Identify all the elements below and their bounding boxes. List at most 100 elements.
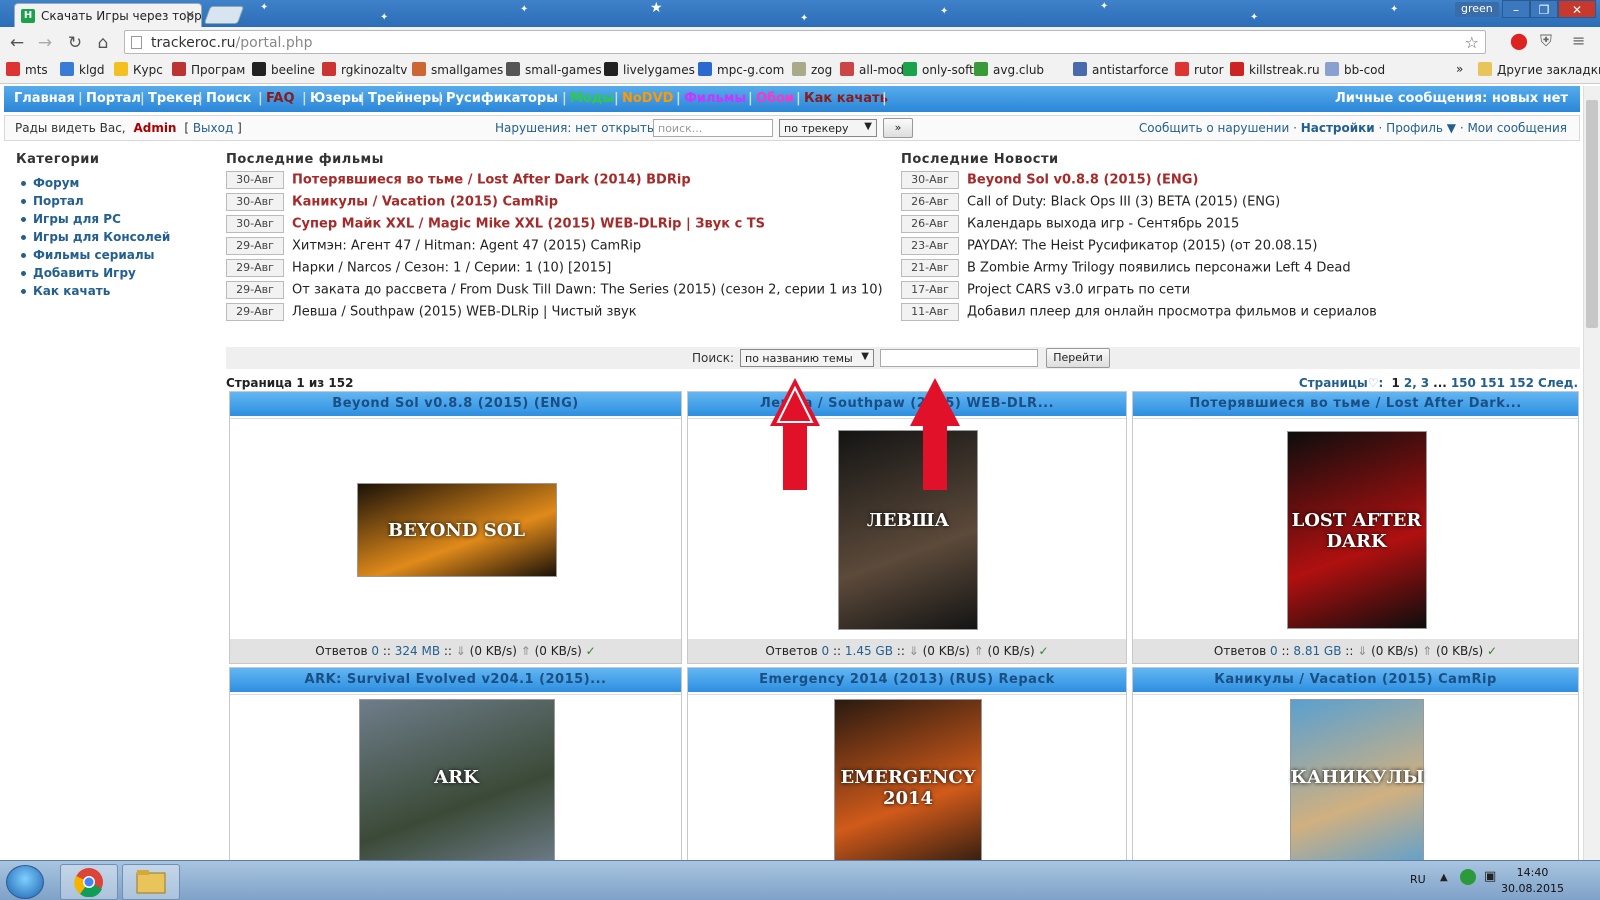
torrent-card-title-link[interactable]: ARK: Survival Evolved v204.1 (2015)... <box>230 668 681 692</box>
category-link-6[interactable]: Как качать <box>19 284 170 302</box>
category-link-5[interactable]: Добавить Игру <box>19 266 170 284</box>
scrollbar-thumb[interactable] <box>1586 100 1598 328</box>
quick-search-input[interactable]: поиск... <box>653 119 773 137</box>
films-title-link[interactable]: Хитмэн: Агент 47 / Hitman: Agent 47 (201… <box>292 239 641 254</box>
settings-link[interactable]: Настройки <box>1301 121 1375 135</box>
nav-item-11[interactable]: Обои <box>756 91 794 106</box>
bookmark-8[interactable]: livelygames <box>604 62 695 77</box>
minimize-icon[interactable]: – <box>1502 0 1530 18</box>
news-title-link[interactable]: PAYDAY: The Heist Русификатор (2015) (от… <box>967 239 1317 254</box>
bookmark-11[interactable]: all-mods <box>840 62 910 77</box>
torrent-poster-image[interactable]: ARK <box>358 699 555 869</box>
address-bar[interactable]: trackeroc.ru/portal.php ☆ <box>124 30 1486 54</box>
torrent-poster-image[interactable]: КАНИКУЛЫ <box>1289 699 1424 869</box>
category-link-0[interactable]: Форум <box>19 176 170 194</box>
nav-item-12[interactable]: Как качать <box>804 91 888 106</box>
home-icon[interactable]: ⌂ <box>92 33 114 53</box>
bookmark-16[interactable]: killstreak.ru <box>1230 62 1320 77</box>
pages-toggle-icon[interactable]: ♡ <box>1368 376 1379 390</box>
bookmark-15[interactable]: rutor <box>1175 62 1224 77</box>
private-messages-status[interactable]: Личные сообщения: новых нет <box>1335 91 1568 106</box>
size-link[interactable]: 324 MB <box>395 644 440 658</box>
films-title-link[interactable]: Потерявшиеся во тьме / Lost After Dark (… <box>292 173 691 188</box>
size-link[interactable]: 1.45 GB <box>845 644 893 658</box>
size-link[interactable]: 8.81 GB <box>1293 644 1341 658</box>
browser-tab[interactable]: Н Скачать Игры через торр ✕ <box>14 3 202 27</box>
adblock-icon[interactable]: ⬤ <box>1510 31 1528 50</box>
bookmark-9[interactable]: mpc-g.com <box>698 62 784 77</box>
bookmark-5[interactable]: rgkinozaltv <box>322 62 407 77</box>
new-tab-button[interactable] <box>203 6 245 24</box>
torrent-card-title-link[interactable]: Beyond Sol v0.8.8 (2015) (ENG) <box>230 392 681 416</box>
torrent-card-title-link[interactable]: Каникулы / Vacation (2015) CamRip <box>1133 668 1578 692</box>
nav-item-6[interactable]: Трейнеры <box>368 91 443 106</box>
bookmark-7[interactable]: small-games <box>506 62 602 77</box>
topic-search-input[interactable] <box>880 349 1038 367</box>
search-mode-select[interactable]: по названию темы ▼ <box>740 349 874 367</box>
bookmark-13[interactable]: avg.club <box>974 62 1044 77</box>
nav-item-3[interactable]: Поиск <box>206 91 251 106</box>
url-text[interactable]: trackeroc.ru/portal.php <box>151 35 313 51</box>
page-link[interactable]: 150 <box>1451 376 1476 390</box>
nav-item-0[interactable]: Главная <box>14 91 75 106</box>
page-link[interactable]: 151 <box>1480 376 1505 390</box>
replies-count[interactable]: 0 <box>371 644 379 658</box>
nav-item-7[interactable]: Русификаторы <box>446 91 558 106</box>
bookmark-14[interactable]: antistarforce <box>1073 62 1168 77</box>
close-tab-icon[interactable]: ✕ <box>185 8 195 22</box>
news-title-link[interactable]: Project CARS v3.0 играть по сети <box>967 283 1190 298</box>
network-icon[interactable]: ▣ <box>1484 869 1496 884</box>
nav-item-1[interactable]: Портал <box>86 91 141 106</box>
bookmark-1[interactable]: klgd <box>60 62 105 77</box>
forward-arrow-icon[interactable]: → <box>34 33 56 53</box>
torrent-card-title-link[interactable]: Emergency 2014 (2013) (RUS) Repack <box>688 668 1126 692</box>
category-link-4[interactable]: Фильмы сериалы <box>19 248 170 266</box>
category-link-2[interactable]: Игры для PC <box>19 212 170 230</box>
category-link-3[interactable]: Игры для Консолей <box>19 230 170 248</box>
page-scrollbar[interactable] <box>1583 86 1600 860</box>
nav-item-10[interactable]: Фильмы <box>684 91 746 106</box>
violations-link[interactable]: Нарушения: нет открытых · <box>495 121 671 135</box>
torrent-poster-image[interactable]: EMERGENCY 2014 <box>834 699 982 869</box>
tray-up-arrow-icon[interactable]: ▲ <box>1440 872 1448 883</box>
maximize-icon[interactable]: ❐ <box>1530 0 1558 18</box>
page-link[interactable]: 152 <box>1509 376 1534 390</box>
page-link[interactable]: 3 <box>1421 376 1429 390</box>
next-page-link[interactable]: След. <box>1538 376 1578 390</box>
nav-item-2[interactable]: Трекер <box>148 91 202 106</box>
menu-icon[interactable]: ≡ <box>1572 31 1585 50</box>
category-link-1[interactable]: Портал <box>19 194 170 212</box>
news-title-link[interactable]: Добавил плеер для онлайн просмотра фильм… <box>967 305 1377 320</box>
profile-menu-link[interactable]: Профиль ▼ <box>1386 121 1456 135</box>
nav-item-8[interactable]: Моды <box>570 91 614 106</box>
news-title-link[interactable]: В Zombie Army Trilogy появились персонаж… <box>967 261 1351 276</box>
page-link[interactable]: 2 <box>1404 376 1412 390</box>
bookmark-star-icon[interactable]: ☆ <box>1465 33 1479 52</box>
search-scope-select[interactable]: по трекеру ▼ <box>779 119 877 137</box>
shield-extension-icon[interactable]: ⛨ <box>1540 31 1552 51</box>
films-title-link[interactable]: Супер Майк XXL / Magic Mike XXL (2015) W… <box>292 217 765 232</box>
news-title-link[interactable]: Beyond Sol v0.8.8 (2015) (ENG) <box>967 173 1198 188</box>
my-messages-link[interactable]: Мои сообщения <box>1467 121 1567 135</box>
bookmark-0[interactable]: mts <box>6 62 48 77</box>
torrent-poster-image[interactable]: BEYOND SOL <box>356 482 557 577</box>
bookmark-2[interactable]: Курс <box>114 62 163 77</box>
other-bookmarks-folder[interactable]: Другие закладки <box>1478 62 1600 77</box>
logout-link[interactable]: Выход <box>193 121 233 135</box>
films-title-link[interactable]: Нарки / Narcos / Сезон: 1 / Серии: 1 (10… <box>292 261 611 276</box>
torrent-card-title-link[interactable]: Левша / Southpaw (2015) WEB-DLR... <box>688 392 1126 416</box>
nav-item-5[interactable]: Юзеры <box>310 91 363 106</box>
news-title-link[interactable]: Календарь выхода игр - Сентябрь 2015 <box>967 217 1239 232</box>
start-button-icon[interactable] <box>6 865 44 899</box>
search-go-button[interactable]: Перейти <box>1046 348 1110 368</box>
torrent-card-title-link[interactable]: Потерявшиеся во тьме / Lost After Dark..… <box>1133 392 1578 416</box>
reload-icon[interactable]: ↻ <box>64 33 86 53</box>
nav-item-4[interactable]: FAQ <box>266 91 295 106</box>
system-clock[interactable]: 14:40 30.08.2015 <box>1501 865 1564 897</box>
bookmark-17[interactable]: bb-cod <box>1325 62 1385 77</box>
chrome-taskbar-button[interactable] <box>60 864 118 900</box>
bookmark-3[interactable]: Програм <box>172 62 245 77</box>
nav-item-9[interactable]: NoDVD <box>622 91 673 106</box>
films-title-link[interactable]: Левша / Southpaw (2015) WEB-DLRip | Чист… <box>292 305 637 320</box>
tray-app-icon[interactable] <box>1460 869 1476 885</box>
